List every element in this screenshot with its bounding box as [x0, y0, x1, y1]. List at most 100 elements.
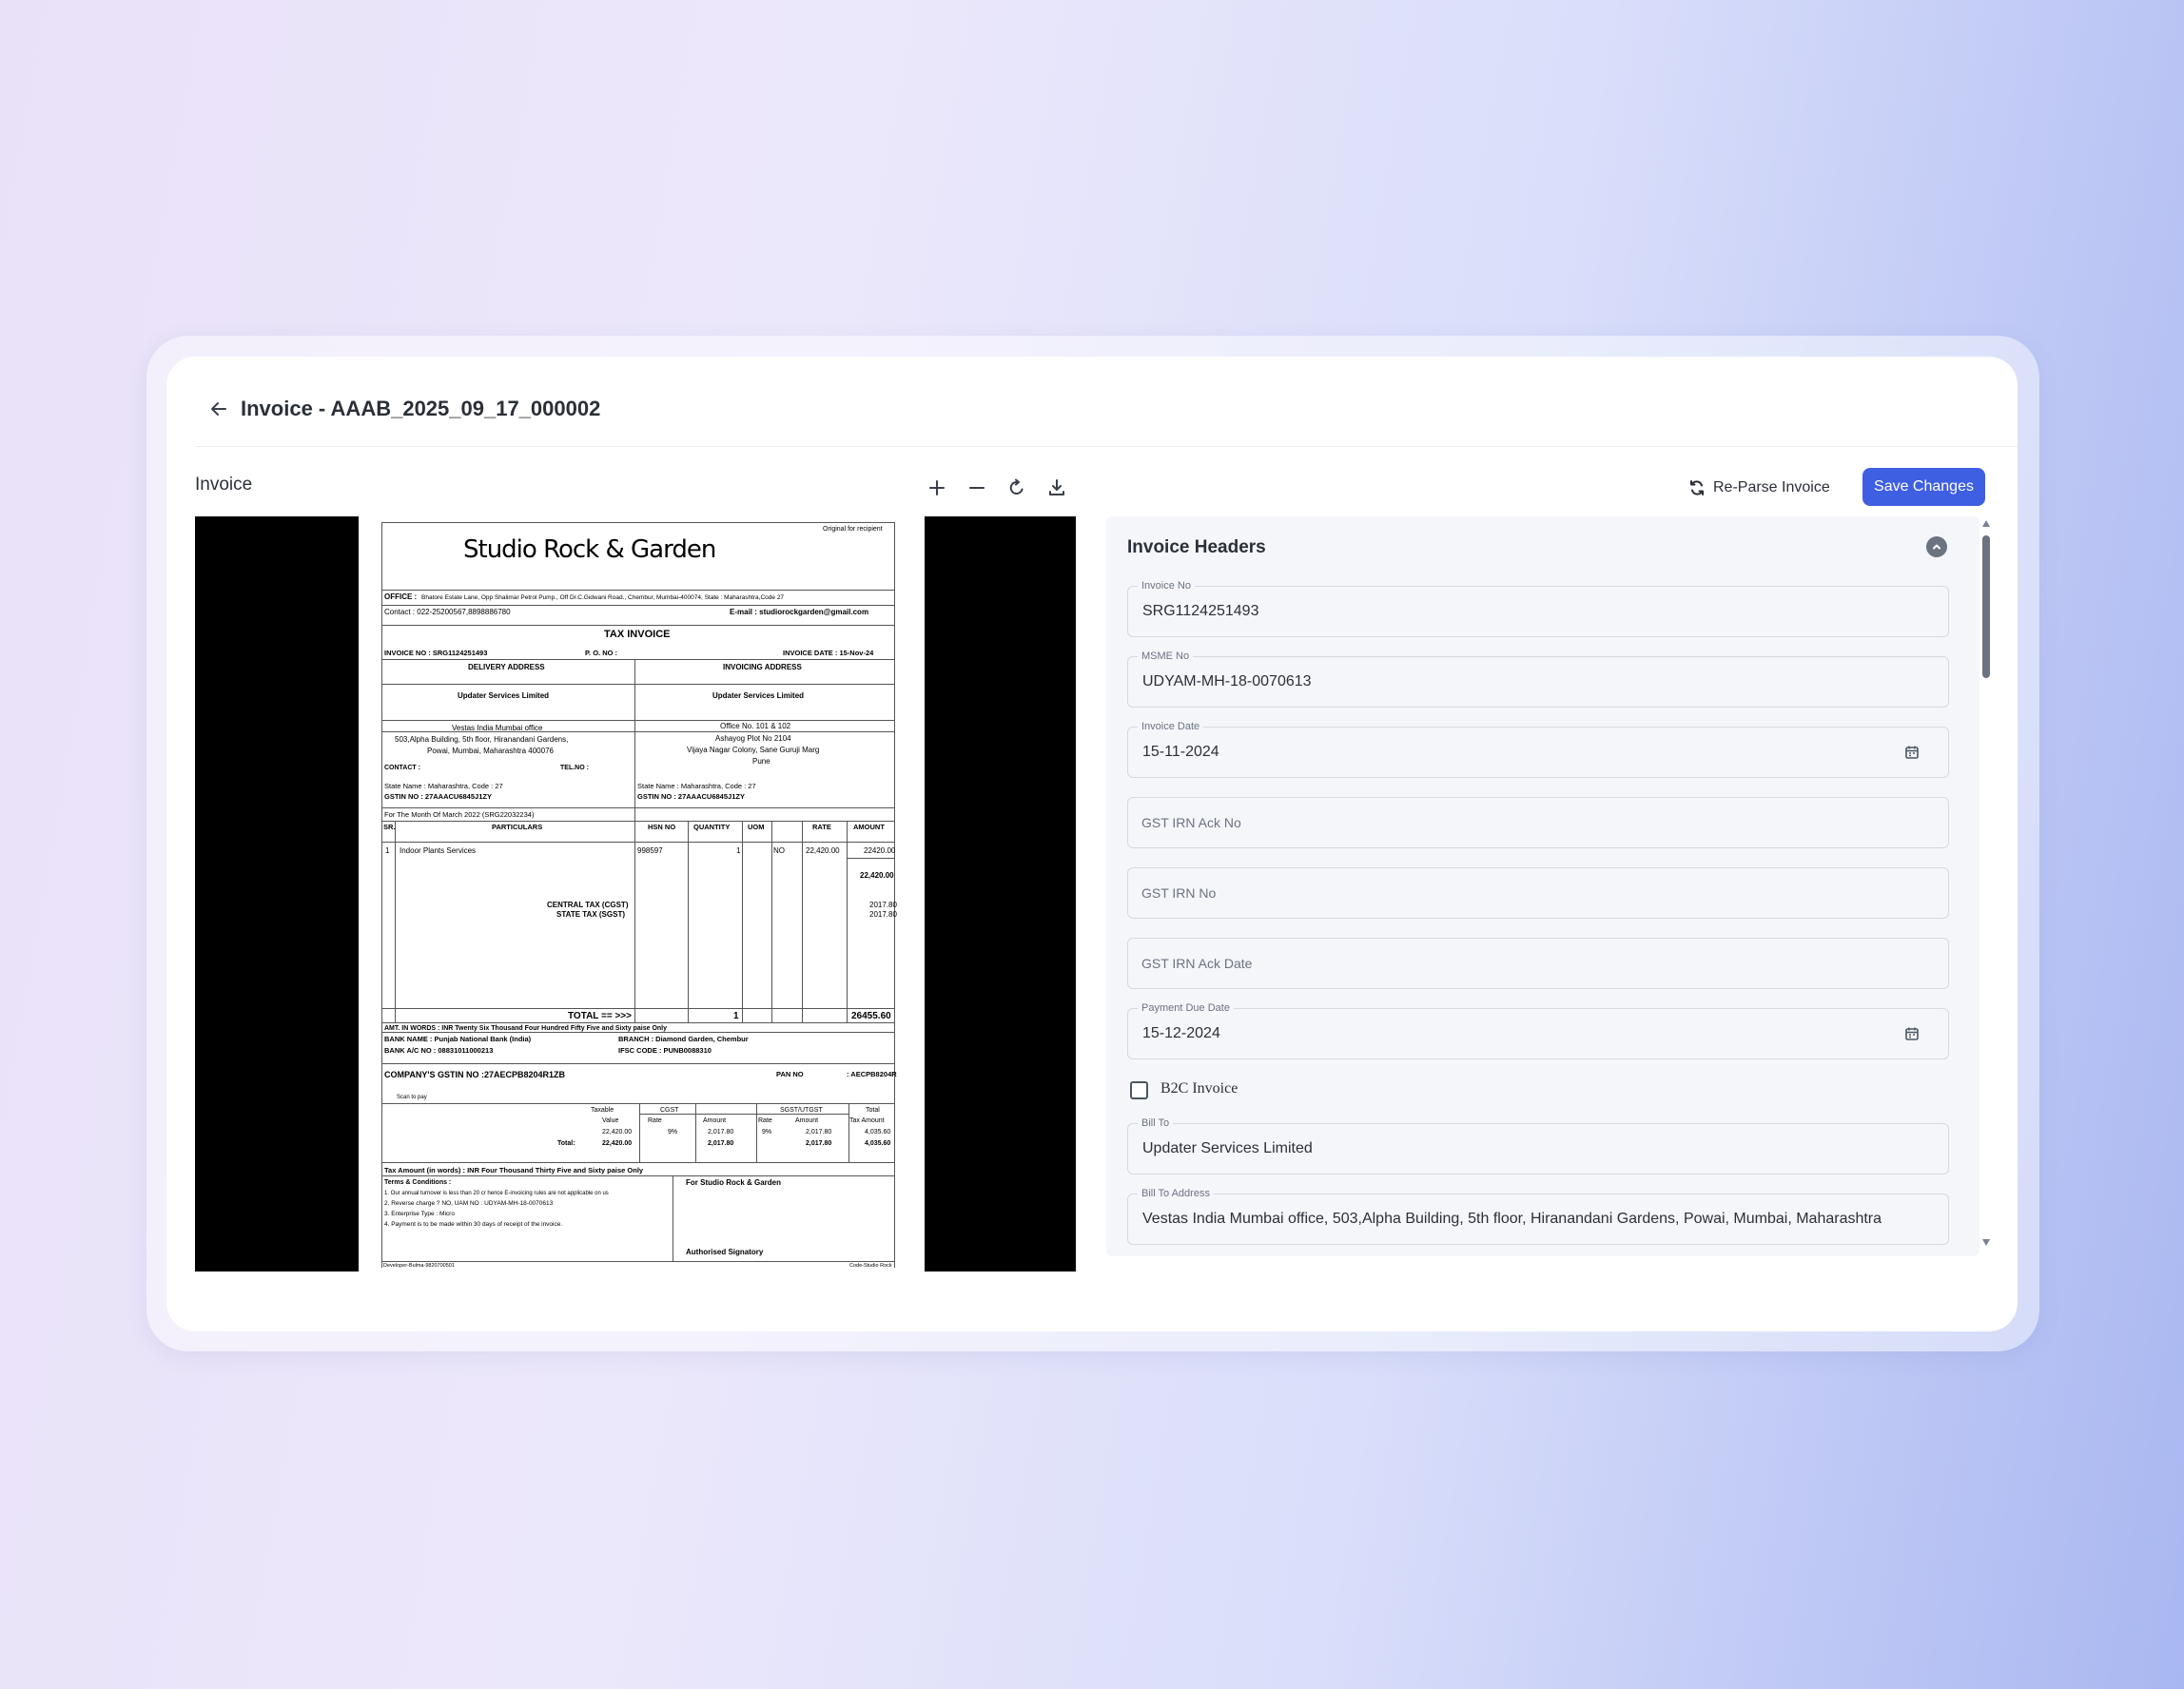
doc-addr-left-3: Powai, Mumbai, Maharashtra 400076 [427, 747, 554, 755]
invoice-no-value: SRG1124251493 [1142, 603, 1259, 619]
doc-po-no: P. O. NO : [585, 649, 618, 657]
doc-cgst-amt: 2017.80 [869, 901, 897, 909]
b2c-invoice-checkbox[interactable] [1130, 1081, 1148, 1099]
doc-tt-taxable: Taxable [591, 1107, 614, 1114]
doc-tax-words: Tax Amount (in words) : INR Four Thousan… [384, 1166, 644, 1175]
reparse-invoice-label: Re-Parse Invoice [1713, 479, 1830, 495]
doc-tt-r1-amt1: 2,017.80 [708, 1129, 734, 1136]
minus-icon [969, 487, 985, 489]
header-divider [195, 446, 2018, 447]
bill-to-field[interactable]: Bill To Updater Services Limited [1127, 1116, 1949, 1175]
refresh-icon [1690, 480, 1704, 495]
msme-no-value: UDYAM-MH-18-0070613 [1142, 673, 1312, 689]
doc-for-company: For Studio Rock & Garden [686, 1178, 782, 1187]
doc-addr-right-3: Vijaya Nagar Colony, Sane Guruji Marg [687, 746, 820, 754]
doc-tt-r1-rate2: 9% [762, 1129, 772, 1136]
doc-month: For The Month Of March 2022 (SRG22032234… [384, 810, 535, 819]
doc-tt-t-amt1: 2,017.80 [708, 1140, 734, 1147]
document-viewer[interactable]: Original for recipient Studio Rock & Gar… [195, 516, 1076, 1272]
bill-to-value: Updater Services Limited [1142, 1140, 1313, 1156]
gst-irn-ack-no-field[interactable]: GST IRN Ack No [1127, 797, 1949, 848]
doc-delivery-address: DELIVERY ADDRESS [468, 663, 545, 671]
doc-gstin-right: GSTIN NO : 27AAACU6845J1ZY [637, 792, 745, 801]
bill-to-address-value: Vestas India Mumbai office, 503,Alpha Bu… [1142, 1211, 1882, 1227]
gst-irn-no-field[interactable]: GST IRN No [1127, 867, 1949, 919]
gst-irn-ack-no-placeholder: GST IRN Ack No [1141, 815, 1241, 830]
rotate-button[interactable] [1002, 473, 1032, 503]
page-title: Invoice - AAAB_2025_09_17_000002 [241, 397, 601, 420]
doc-row-qty: 1 [736, 846, 741, 855]
doc-row-sr: 1 [385, 846, 390, 855]
calendar-icon[interactable] [1904, 1026, 1920, 1041]
bill-to-address-field[interactable]: Bill To Address Vestas India Mumbai offi… [1127, 1187, 1949, 1245]
b2c-invoice-label: B2C Invoice [1160, 1080, 1238, 1097]
panel-title: Invoice Headers [1127, 537, 1266, 557]
doc-tt-r1-value: 22,420.00 [602, 1129, 633, 1136]
doc-tax-invoice: TAX INVOICE [604, 629, 671, 640]
msme-no-field[interactable]: MSME No UDYAM-MH-18-0070613 [1127, 650, 1949, 708]
gst-irn-no-placeholder: GST IRN No [1141, 885, 1217, 901]
doc-tt-value: Value [602, 1117, 619, 1124]
scrollbar-thumb[interactable] [1982, 535, 1990, 678]
doc-party-right: Updater Services Limited [712, 691, 805, 700]
download-button[interactable] [1042, 473, 1072, 503]
doc-tt-r1-total: 4,035.60 [865, 1129, 891, 1136]
gst-irn-ack-date-placeholder: GST IRN Ack Date [1141, 956, 1253, 971]
doc-invoice-no: INVOICE NO : SRG1124251493 [384, 649, 488, 657]
zoom-in-button[interactable] [922, 473, 952, 503]
doc-addr-right-2: Ashayog Plot No 2104 [715, 734, 791, 743]
doc-addr-right-1: Office No. 101 & 102 [720, 722, 791, 730]
doc-company-gstin: COMPANY'S GSTIN NO :27AECPB8204R1ZB [384, 1070, 566, 1079]
doc-row-rate: 22,420.00 [806, 846, 840, 855]
invoice-card: Invoice - AAAB_2025_09_17_000002 Invoice [166, 357, 2018, 1331]
doc-row-hsn: 998597 [637, 846, 663, 855]
doc-tt-rate-2: Rate [758, 1117, 772, 1124]
doc-term-3: 3. Enterprise Type : Micro [384, 1211, 455, 1217]
doc-tt-cgst: CGST [660, 1107, 679, 1114]
doc-party-left: Updater Services Limited [458, 691, 550, 700]
doc-col-uom: UOM [748, 823, 765, 831]
zoom-out-button[interactable] [962, 473, 992, 503]
reparse-invoice-button[interactable]: Re-Parse Invoice [1688, 469, 1830, 507]
collapse-button[interactable] [1926, 536, 1947, 557]
doc-ifsc: IFSC CODE : PUNB0088310 [618, 1046, 712, 1055]
doc-addr-left-2: 503,Alpha Building, 5th floor, Hirananda… [395, 735, 569, 744]
doc-sgst-amt: 2017.80 [869, 910, 897, 919]
scroll-up-icon[interactable] [1982, 520, 1990, 527]
doc-cgst-label: CENTRAL TAX (CGST) [547, 901, 629, 909]
doc-col-amount: AMOUNT [853, 823, 885, 831]
doc-office-label: OFFICE : [384, 592, 418, 601]
doc-total-qty: 1 [733, 1011, 739, 1021]
doc-state-right: State Name : Maharashtra, Code : 27 [637, 782, 756, 790]
doc-invoicing-address: INVOICING ADDRESS [723, 663, 802, 671]
invoice-date-field[interactable]: Invoice Date 15-11-2024 [1127, 720, 1949, 778]
save-changes-button[interactable]: Save Changes [1862, 468, 1985, 506]
back-button[interactable] [202, 392, 236, 426]
doc-company-name: Studio Rock & Garden [463, 535, 716, 564]
doc-office: Bhatore Estate Lane, Opp Shalimar Petrol… [421, 594, 785, 601]
doc-tt-r1-amt2: 2,017.80 [806, 1129, 832, 1136]
download-icon [1049, 479, 1064, 495]
scroll-down-icon[interactable] [1982, 1239, 1990, 1246]
gst-irn-ack-date-field[interactable]: GST IRN Ack Date [1127, 938, 1949, 989]
arrow-left-icon [211, 402, 226, 416]
doc-row-amount: 22420.00 [864, 846, 896, 855]
invoice-no-field[interactable]: Invoice No SRG1124251493 [1127, 579, 1949, 637]
doc-col-hsn: HSN NO [648, 823, 676, 831]
doc-sgst-label: STATE TAX (SGST) [556, 910, 625, 919]
doc-terms-title: Terms & Conditions : [384, 1179, 452, 1186]
doc-scan: Scan to pay [397, 1095, 427, 1100]
doc-tt-t-amt2: 2,017.80 [806, 1140, 832, 1147]
payment-due-date-field[interactable]: Payment Due Date 15-12-2024 [1127, 1001, 1949, 1059]
calendar-icon[interactable] [1904, 745, 1920, 760]
doc-col-rate: RATE [812, 823, 831, 831]
panel-scrollbar[interactable] [1979, 516, 1993, 1256]
viewer-title: Invoice [195, 475, 253, 495]
doc-term-1: 1. Our annual turnover is less than 20 c… [384, 1191, 609, 1196]
doc-contact: Contact : 022-25200567,8898886780 [384, 608, 511, 616]
invoice-headers-panel: Invoice Headers Invoice No SRG1124251493… [1106, 516, 1979, 1256]
doc-tt-t-total: 4,035.60 [865, 1140, 891, 1147]
doc-tt-total-label: Total: [557, 1140, 575, 1147]
doc-email: E-mail : studiorockgarden@gmail.com [730, 608, 869, 616]
doc-pan-no: PAN NO [776, 1070, 804, 1078]
